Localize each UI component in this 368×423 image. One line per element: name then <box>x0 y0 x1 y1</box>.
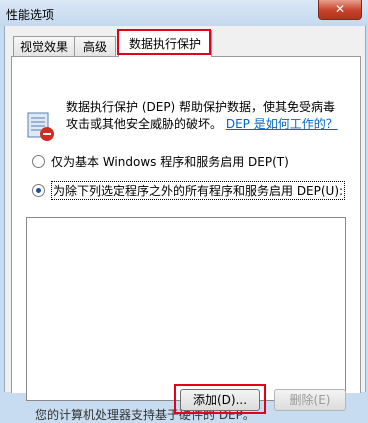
dep-option-all-except[interactable]: 为除下列选定程序之外的所有程序和服务启用 DEP(U): <box>32 181 346 200</box>
delete-button[interactable]: 删除(E) <box>274 389 346 411</box>
add-button-highlight-frame <box>174 384 266 414</box>
radio-essential[interactable] <box>32 155 45 168</box>
dep-option-essential-label: 仅为基本 Windows 程序和服务启用 DEP(T) <box>51 155 289 169</box>
tab-advanced[interactable]: 高级 <box>74 36 116 57</box>
dep-description: 数据执行保护 (DEP) 帮助保护数据，使其免受病毒攻击或其他安全威胁的破坏。 … <box>66 99 346 133</box>
tab-visual-effects[interactable]: 视觉效果 <box>13 36 75 57</box>
tab-panel-dep: 数据执行保护 (DEP) 帮助保护数据，使其免受病毒攻击或其他安全威胁的破坏。 … <box>11 56 361 414</box>
dep-help-link[interactable]: DEP 是如何工作的？ <box>226 117 338 131</box>
close-icon: ✕ <box>334 2 346 16</box>
dialog-body: 视觉效果 高级 数据执行保护 数据执行保护 (DEP) 帮助保护数据，使其免受病… <box>4 26 366 422</box>
radio-all-except[interactable] <box>32 184 45 197</box>
title-bar: 性能选项 ✕ <box>0 0 368 26</box>
window-title: 性能选项 <box>6 8 55 22</box>
dep-option-essential[interactable]: 仅为基本 Windows 程序和服务启用 DEP(T) <box>32 153 289 170</box>
close-button[interactable]: ✕ <box>318 0 362 20</box>
dep-option-all-except-label: 为除下列选定程序之外的所有程序和服务启用 DEP(U): <box>51 181 346 200</box>
dep-shield-icon <box>27 112 54 141</box>
exception-program-list[interactable] <box>26 217 346 401</box>
tab-highlight-frame <box>117 29 211 55</box>
